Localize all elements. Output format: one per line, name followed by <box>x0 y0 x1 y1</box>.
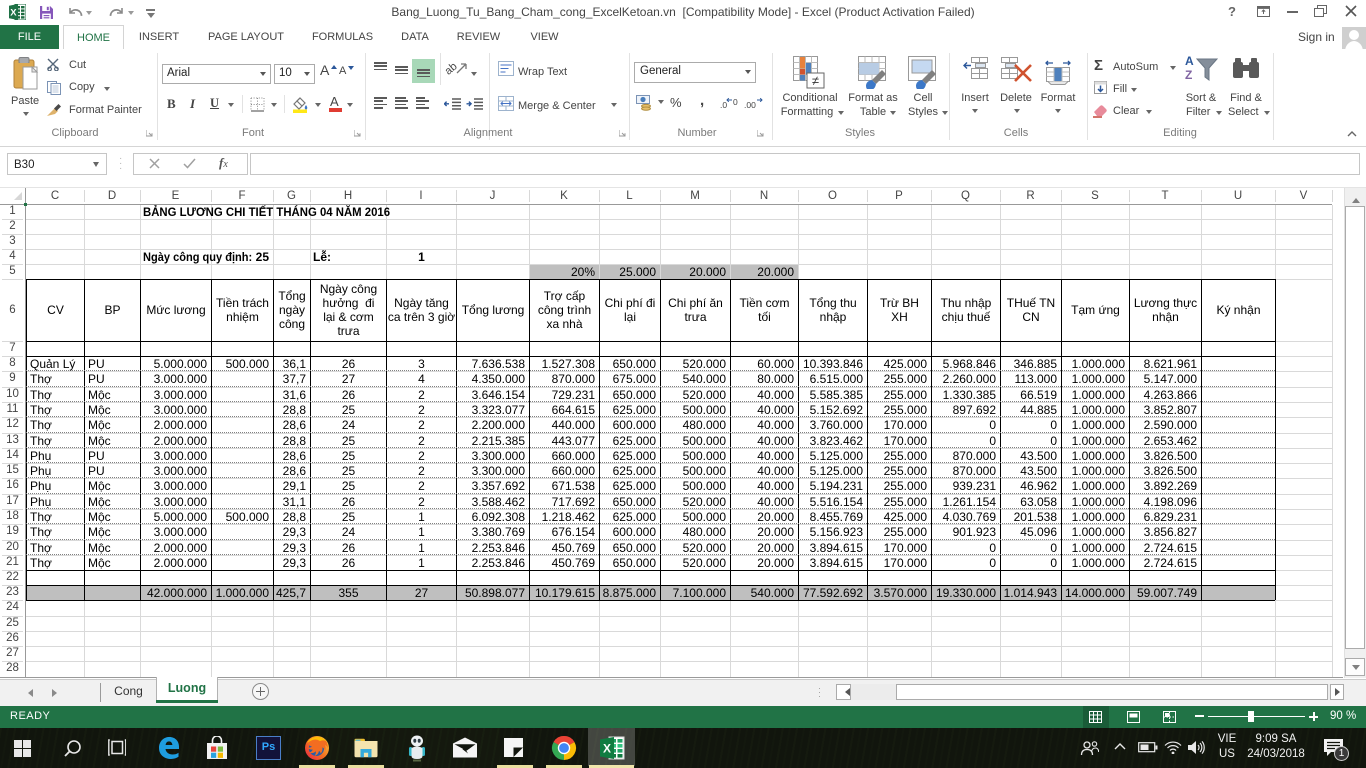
svg-text:0: 0 <box>733 97 738 107</box>
svg-text:≠: ≠ <box>812 73 819 88</box>
svg-text:.0: .0 <box>720 100 727 110</box>
svg-text:.00: .00 <box>744 100 756 110</box>
svg-text:X: X <box>603 742 611 756</box>
